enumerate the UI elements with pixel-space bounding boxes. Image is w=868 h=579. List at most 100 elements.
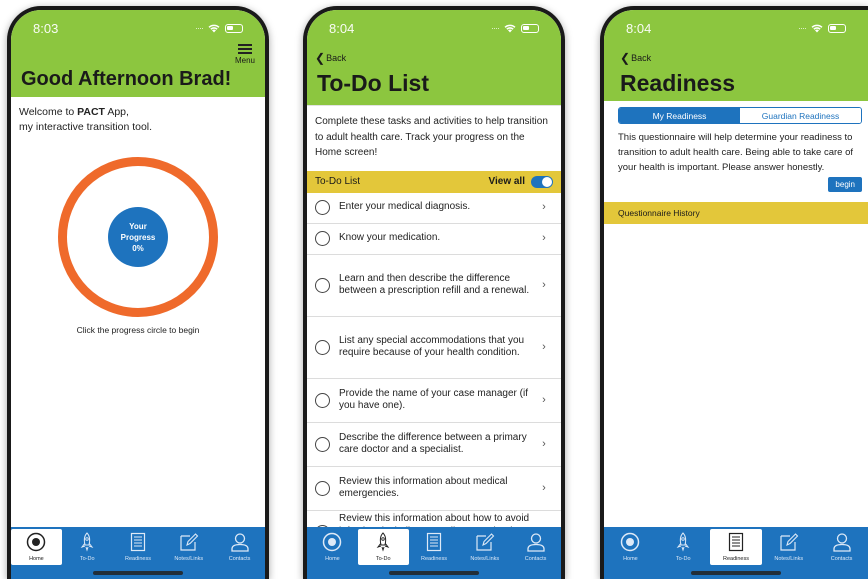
chevron-right-icon: › bbox=[542, 278, 546, 291]
phone-readiness-screen: 8:04 ···· ❮ Back Readiness My Readiness … bbox=[600, 6, 868, 579]
todo-item[interactable]: Know your medication. › bbox=[307, 224, 561, 255]
status-time: 8:04 bbox=[626, 20, 652, 36]
todo-item-label: Learn and then describe the difference b… bbox=[339, 272, 530, 297]
battery-icon bbox=[225, 23, 243, 33]
todo-checkbox[interactable] bbox=[315, 200, 330, 215]
rocket-icon bbox=[80, 532, 94, 552]
todo-checkbox[interactable] bbox=[315, 392, 330, 408]
page-title: Good Afternoon Brad! bbox=[21, 68, 232, 90]
checklist-icon bbox=[130, 532, 146, 552]
todo-item[interactable]: Describe the difference between a primar… bbox=[307, 423, 561, 467]
chevron-right-icon: › bbox=[542, 232, 546, 245]
todo-item-label: List any special accommodations that you… bbox=[339, 334, 525, 359]
phone-todo-screen: 8:04 ···· ❮ Back To-Do List Complete the… bbox=[303, 6, 565, 579]
todo-item[interactable]: List any special accommodations that you… bbox=[307, 317, 561, 379]
person-icon bbox=[230, 533, 249, 552]
tab-todo[interactable]: To-Do bbox=[657, 531, 710, 569]
todo-item[interactable]: Review this information about medical em… bbox=[307, 467, 561, 511]
todo-item-label: Describe the difference between a primar… bbox=[339, 431, 527, 456]
questionnaire-history-header[interactable]: Questionnaire History bbox=[604, 202, 868, 224]
todo-checkbox[interactable] bbox=[315, 231, 330, 246]
note-edit-icon bbox=[180, 533, 199, 551]
rocket-icon bbox=[376, 532, 390, 552]
signal-icon: ···· bbox=[195, 23, 204, 33]
app-name: PACT bbox=[77, 106, 105, 118]
todo-header: 8:04 ···· ❮ Back To-Do List bbox=[307, 10, 561, 105]
status-time: 8:04 bbox=[329, 20, 355, 36]
progress-value: 0% bbox=[132, 243, 144, 253]
tab-home[interactable]: Home bbox=[307, 531, 358, 569]
segment-my-readiness[interactable]: My Readiness bbox=[619, 108, 740, 123]
todo-item[interactable]: Provide the name of your case manager (i… bbox=[307, 379, 561, 423]
welcome-text: Welcome to PACT App, my interactive tran… bbox=[19, 106, 153, 133]
status-bar: 8:03 ···· bbox=[11, 10, 265, 40]
phone-home-screen: 8:03 ···· Menu Good Afternoon Brad! Welc… bbox=[7, 6, 269, 579]
rocket-icon bbox=[676, 532, 690, 552]
status-bar: 8:04 ···· bbox=[604, 10, 868, 40]
todo-checkbox[interactable] bbox=[315, 480, 330, 496]
back-button[interactable]: ❮ Back bbox=[604, 40, 868, 66]
tab-bar: Home To-Do Readiness Notes/Links Contact… bbox=[11, 527, 265, 579]
todo-checkbox[interactable] bbox=[315, 436, 330, 452]
chevron-right-icon: › bbox=[542, 481, 546, 494]
tab-contacts[interactable]: Contacts bbox=[815, 531, 868, 569]
view-all-toggle[interactable] bbox=[531, 175, 553, 188]
tab-bar: Home To-Do Readiness Notes/Links Contact… bbox=[604, 527, 868, 579]
tab-notes-links[interactable]: Notes/Links bbox=[459, 531, 510, 569]
tab-home[interactable]: Home bbox=[604, 531, 657, 569]
wifi-icon bbox=[811, 24, 823, 32]
page-title: Readiness bbox=[620, 70, 736, 96]
readiness-screen: 8:04 ···· ❮ Back Readiness My Readiness … bbox=[604, 10, 868, 579]
progress-hint: Click the progress circle to begin bbox=[76, 325, 200, 335]
checklist-icon bbox=[728, 532, 744, 552]
menu-label: Menu bbox=[234, 56, 255, 65]
signal-icon: ···· bbox=[798, 23, 807, 33]
progress-circle[interactable]: Your Progress 0% bbox=[108, 207, 168, 267]
segment-guardian-readiness[interactable]: Guardian Readiness bbox=[740, 108, 861, 123]
menu-button[interactable]: Menu bbox=[235, 44, 255, 68]
home-indicator bbox=[389, 571, 479, 575]
section-label: To-Do List bbox=[315, 176, 361, 187]
note-edit-icon bbox=[476, 533, 495, 551]
chevron-right-icon: › bbox=[542, 340, 546, 353]
home-indicator bbox=[93, 571, 183, 575]
todo-item[interactable]: Review this information about how to avo… bbox=[307, 511, 561, 527]
readiness-segmented-control: My Readiness Guardian Readiness bbox=[618, 107, 862, 124]
tab-contacts[interactable]: Contacts bbox=[214, 531, 265, 569]
tab-readiness[interactable]: Readiness bbox=[113, 531, 164, 569]
checklist-icon bbox=[426, 532, 442, 552]
back-button[interactable]: ❮ Back bbox=[307, 40, 561, 66]
home-screen: 8:03 ···· Menu Good Afternoon Brad! Welc… bbox=[11, 10, 265, 579]
todo-checkbox[interactable] bbox=[315, 339, 330, 355]
todo-item-label: Enter your medical diagnosis. bbox=[339, 201, 471, 213]
tab-readiness[interactable]: Readiness bbox=[409, 531, 460, 569]
view-all-label: View all bbox=[488, 176, 525, 187]
todo-item[interactable]: Enter your medical diagnosis. › bbox=[307, 193, 561, 224]
tab-todo[interactable]: To-Do bbox=[62, 531, 113, 569]
chevron-left-icon: ❮ bbox=[315, 51, 326, 65]
todo-checkbox[interactable] bbox=[315, 277, 330, 293]
chevron-left-icon: ❮ bbox=[620, 51, 631, 65]
todo-item-label: Know your medication. bbox=[339, 232, 441, 244]
todo-section-header: To-Do List View all bbox=[307, 170, 561, 193]
tab-notes-links[interactable]: Notes/Links bbox=[163, 531, 214, 569]
todo-item-label: Review this information about how to avo… bbox=[339, 513, 530, 527]
home-radio-icon bbox=[621, 532, 640, 552]
person-icon bbox=[526, 533, 545, 552]
status-bar: 8:04 ···· bbox=[307, 10, 561, 40]
begin-button[interactable]: begin bbox=[828, 177, 862, 192]
todo-item[interactable]: Learn and then describe the difference b… bbox=[307, 255, 561, 317]
todo-list: Enter your medical diagnosis. › Know your … bbox=[307, 193, 561, 527]
tab-readiness[interactable]: Readiness bbox=[709, 529, 763, 565]
todo-intro: Complete these tasks and activities to h… bbox=[307, 105, 561, 171]
tab-todo[interactable]: To-Do bbox=[357, 529, 409, 565]
hamburger-icon bbox=[237, 44, 252, 54]
person-icon bbox=[832, 533, 851, 552]
wifi-icon bbox=[208, 24, 220, 32]
tab-home[interactable]: Home bbox=[11, 529, 62, 565]
wifi-icon bbox=[504, 24, 516, 32]
readiness-header: 8:04 ···· ❮ Back Readiness bbox=[604, 10, 868, 101]
tab-notes-links[interactable]: Notes/Links bbox=[762, 531, 815, 569]
progress-ring[interactable]: Your Progress 0% bbox=[58, 157, 218, 317]
tab-contacts[interactable]: Contacts bbox=[510, 531, 561, 569]
